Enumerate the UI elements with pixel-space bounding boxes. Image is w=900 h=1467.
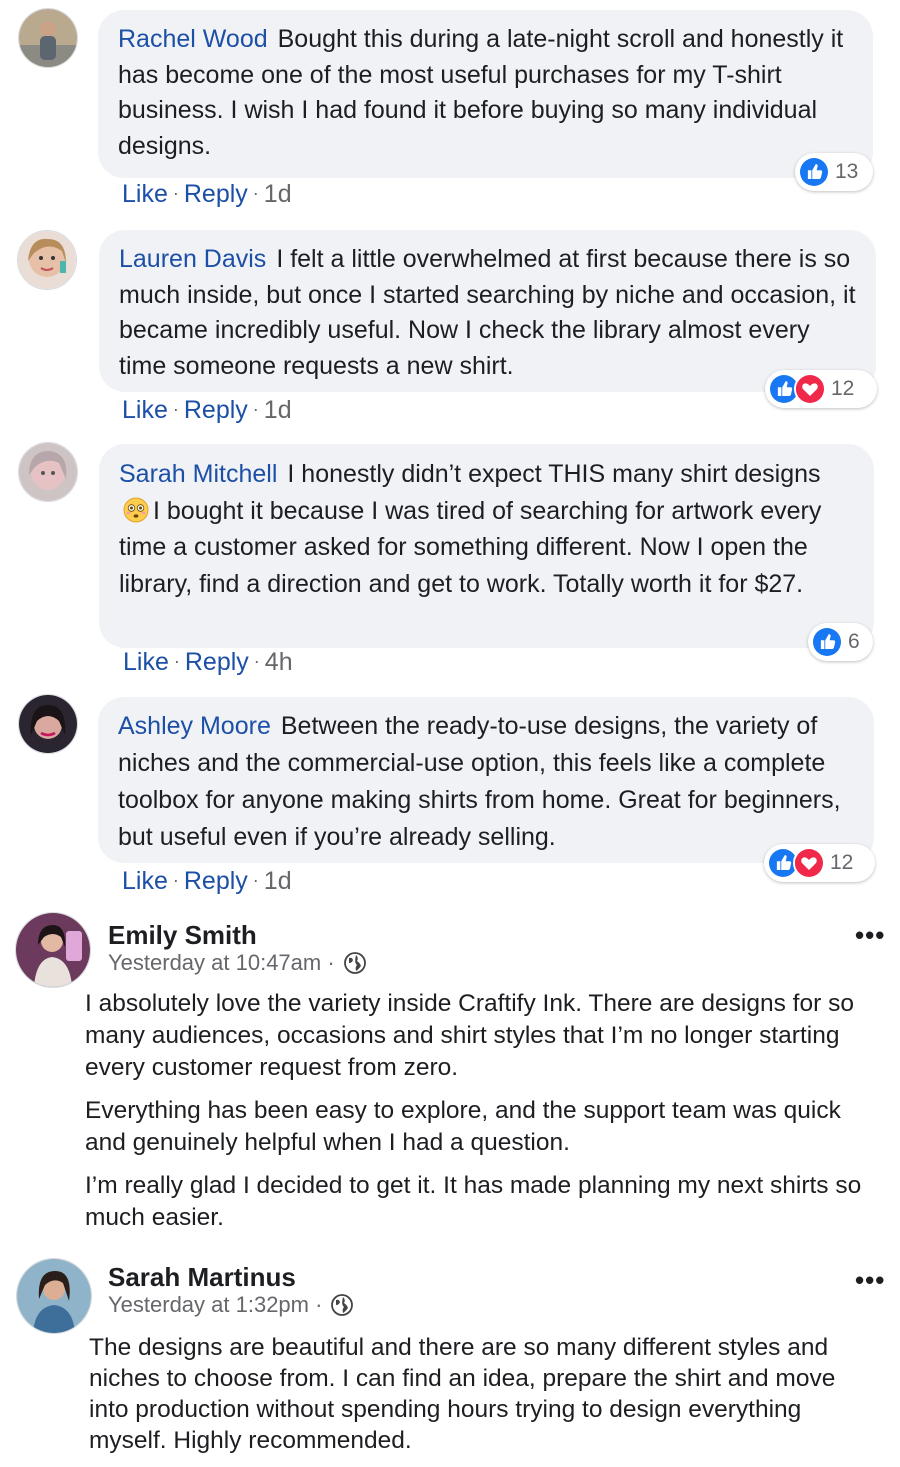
- comment-timestamp[interactable]: 1d: [264, 396, 292, 424]
- post-timestamp[interactable]: Yesterday at 10:47am ·: [108, 950, 335, 976]
- reaction-summary[interactable]: 12: [765, 370, 877, 408]
- avatar[interactable]: [17, 230, 77, 290]
- post-author-name[interactable]: Emily Smith: [108, 920, 257, 951]
- like-reaction-icon: [798, 156, 830, 188]
- post-paragraph: Everything has been easy to explore, and…: [85, 1097, 841, 1156]
- comment-bubble: Lauren Davis I felt a little overwhelmed …: [99, 230, 876, 392]
- reply-link[interactable]: Reply: [184, 867, 248, 895]
- like-link[interactable]: Like: [122, 867, 168, 895]
- reaction-count: 13: [835, 160, 859, 183]
- reaction-count: 6: [848, 630, 860, 653]
- reaction-summary[interactable]: 13: [795, 153, 873, 191]
- comment-actions: Like · Reply · 1d: [122, 396, 292, 424]
- post-body: I absolutely love the variety inside Cra…: [85, 988, 875, 1245]
- like-link[interactable]: Like: [122, 180, 168, 208]
- avatar[interactable]: [15, 912, 91, 988]
- like-link[interactable]: Like: [123, 648, 169, 676]
- avatar[interactable]: [16, 1258, 92, 1334]
- avatar[interactable]: [18, 8, 78, 68]
- love-reaction-icon: [794, 373, 826, 405]
- reaction-summary[interactable]: 12: [764, 844, 875, 882]
- comment-timestamp[interactable]: 1d: [264, 180, 292, 208]
- post-meta: Yesterday at 1:32pm ·: [108, 1292, 354, 1318]
- reply-link[interactable]: Reply: [184, 180, 248, 208]
- comment-timestamp[interactable]: 1d: [264, 867, 292, 895]
- comment-text-end: I bought it because I was tired of searc…: [119, 496, 822, 598]
- post-meta: Yesterday at 10:47am ·: [108, 950, 367, 976]
- comment-actions: Like · Reply · 4h: [123, 648, 293, 676]
- reply-link[interactable]: Reply: [185, 648, 249, 676]
- avatar[interactable]: [18, 694, 78, 754]
- comment-actions: Like · Reply · 1d: [122, 180, 292, 208]
- reaction-summary[interactable]: 6: [808, 623, 873, 661]
- comment-bubble: Sarah Mitchell I honestly didn’t expect T…: [99, 444, 874, 648]
- commenter-name[interactable]: Ashley Moore: [118, 712, 271, 740]
- love-reaction-icon: [793, 847, 825, 879]
- post-timestamp[interactable]: Yesterday at 1:32pm ·: [108, 1292, 322, 1318]
- commenter-name[interactable]: Rachel Wood: [118, 25, 268, 53]
- reaction-count: 12: [830, 851, 854, 874]
- globe-icon: [343, 951, 367, 975]
- comment-bubble: Ashley Moore Between the ready-to-use des…: [98, 697, 874, 863]
- post-body: The designs are beautiful and there are …: [89, 1332, 879, 1467]
- post-paragraph: I absolutely love the variety inside Cra…: [85, 990, 854, 1081]
- comment-timestamp[interactable]: 4h: [265, 648, 293, 676]
- comment-actions: Like · Reply · 1d: [122, 867, 292, 895]
- more-options-icon[interactable]: •••: [855, 1265, 885, 1296]
- reply-link[interactable]: Reply: [184, 396, 248, 424]
- globe-icon: [330, 1293, 354, 1317]
- commenter-name[interactable]: Sarah Mitchell: [119, 460, 277, 488]
- post-paragraph: The designs are beautiful and there are …: [89, 1334, 836, 1454]
- post-author-name[interactable]: Sarah Martinus: [108, 1262, 296, 1293]
- like-link[interactable]: Like: [122, 396, 168, 424]
- comment-text-start: I honestly didn’t expect THIS many shirt…: [287, 460, 821, 488]
- more-options-icon[interactable]: •••: [855, 920, 885, 951]
- commenter-name[interactable]: Lauren Davis: [119, 245, 266, 273]
- comment-bubble: Rachel Wood Bought this during a late-nig…: [98, 10, 873, 178]
- flushed-face-emoji-icon: [123, 497, 149, 523]
- avatar[interactable]: [18, 442, 78, 502]
- post-paragraph: I’m really glad I decided to get it. It …: [85, 1172, 862, 1231]
- like-reaction-icon: [811, 626, 843, 658]
- reaction-count: 12: [831, 377, 855, 400]
